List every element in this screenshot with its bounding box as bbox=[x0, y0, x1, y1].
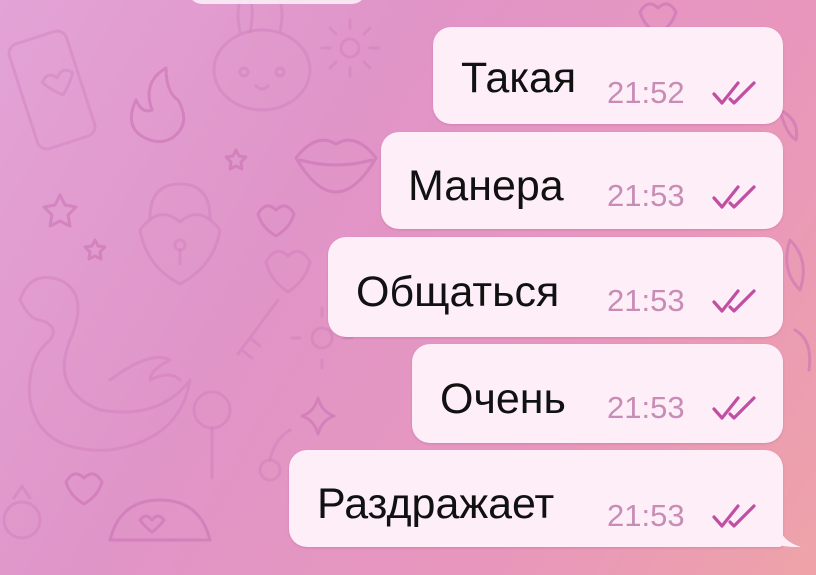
star-doodle-icon bbox=[83, 238, 107, 261]
double-check-read-icon bbox=[712, 185, 756, 209]
phone-doodle-icon bbox=[7, 29, 97, 151]
message-time: 21:53 bbox=[607, 498, 685, 533]
double-check-read-icon bbox=[712, 396, 756, 420]
small-heart-doodle-icon bbox=[64, 472, 104, 506]
double-check-read-icon bbox=[712, 504, 756, 528]
cherry-doodle-icon bbox=[258, 428, 292, 482]
message-text: Общаться bbox=[356, 268, 560, 316]
star-doodle-icon bbox=[224, 148, 248, 171]
message-bubble[interactable]: Раздражает 21:53 bbox=[289, 450, 783, 547]
message-time: 21:53 bbox=[607, 283, 685, 318]
lips-doodle-icon bbox=[294, 138, 378, 194]
leaf-doodle-icon bbox=[785, 238, 805, 292]
bunny-doodle-icon bbox=[212, 0, 312, 112]
double-check-read-icon bbox=[712, 81, 756, 105]
message-text: Очень bbox=[440, 375, 566, 423]
message-bubble[interactable]: Очень 21:53 bbox=[412, 344, 783, 443]
message-text: Манера bbox=[408, 162, 564, 210]
double-check-read-icon bbox=[712, 289, 756, 313]
cupcake-doodle-icon bbox=[108, 498, 212, 542]
message-time: 21:53 bbox=[607, 390, 685, 425]
message-text: Раздражает bbox=[317, 480, 555, 528]
bow-doodle-icon bbox=[778, 108, 799, 142]
message-text: Такая bbox=[461, 54, 577, 102]
small-heart-doodle-icon bbox=[256, 204, 296, 238]
sparkle-doodle-icon bbox=[300, 396, 336, 436]
star-doodle-icon bbox=[42, 193, 78, 228]
sun-doodle-icon bbox=[320, 18, 380, 78]
leaf-doodle-icon bbox=[793, 328, 812, 372]
lollipop-doodle-icon bbox=[192, 390, 232, 480]
key-doodle-icon bbox=[236, 249, 312, 360]
message-time: 21:53 bbox=[607, 178, 685, 213]
message-bubble[interactable]: Манера 21:53 bbox=[381, 132, 783, 229]
message-time: 21:52 bbox=[607, 75, 685, 110]
message-bubble[interactable]: Общаться 21:53 bbox=[328, 237, 783, 337]
lock-heart-doodle-icon bbox=[138, 182, 222, 286]
bubble-tail bbox=[779, 525, 801, 547]
message-bubble[interactable]: Такая 21:52 bbox=[433, 27, 783, 124]
previous-message-edge bbox=[188, 0, 366, 4]
flame-doodle-icon bbox=[129, 66, 186, 144]
swan-doodle-icon bbox=[18, 276, 192, 452]
ring-doodle-icon bbox=[2, 484, 42, 540]
